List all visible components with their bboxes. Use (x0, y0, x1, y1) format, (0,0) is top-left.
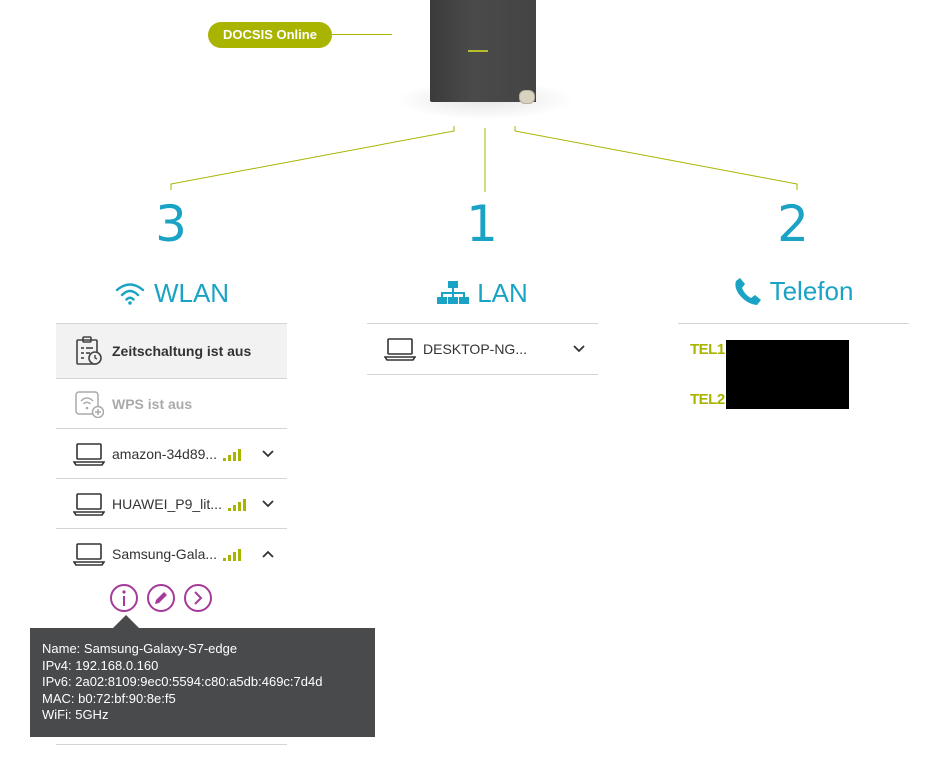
tooltip-ipv4: IPv4: 192.168.0.160 (42, 657, 159, 673)
device-actions (110, 584, 212, 612)
wlan-device-row[interactable]: Samsung-Gala... (56, 529, 287, 578)
lan-count: 1 (466, 195, 498, 253)
forward-button[interactable] (184, 584, 212, 612)
collapse-button[interactable] (255, 550, 281, 558)
chevron-right-icon (194, 591, 203, 605)
tel2-label: TEL2 (690, 391, 725, 408)
connector-lines (170, 126, 798, 192)
pencil-icon (155, 592, 167, 604)
phone-icon (734, 278, 761, 305)
device-name: DESKTOP-NG... (423, 341, 527, 357)
wps-row[interactable]: WPS ist aus (56, 379, 287, 429)
list-divider (56, 744, 287, 745)
chevron-up-icon (262, 550, 274, 558)
signal-bars-icon (223, 548, 242, 561)
tooltip-ipv6: IPv6: 2a02:8109:9ec0:5594:c80:a5db:469c:… (42, 674, 323, 689)
wlan-device-row[interactable]: amazon-34d89... (56, 429, 287, 479)
tooltip-name: Name: Samsung-Galaxy-S7-edge (42, 641, 238, 656)
lan-title: LAN (477, 277, 528, 308)
telefon-title: Telefon (769, 275, 854, 306)
laptop-icon (73, 442, 105, 466)
wlan-header: WLAN (56, 276, 287, 310)
clipboard-clock-icon (76, 336, 102, 365)
wps-label: WPS ist aus (112, 395, 193, 412)
wlan-count: 3 (155, 195, 187, 253)
device-name: Samsung-Gala... (112, 546, 255, 562)
expand-button[interactable] (566, 345, 592, 353)
signal-bars-icon (223, 448, 242, 461)
lan-device-row[interactable]: DESKTOP-NG... (367, 324, 598, 375)
laptop-icon (384, 338, 416, 361)
info-button[interactable] (110, 584, 138, 612)
wlan-list: Zeitschaltung ist aus WPS ist aus amazon… (56, 323, 287, 578)
chevron-down-icon (262, 449, 274, 457)
schedule-row[interactable]: Zeitschaltung ist aus (56, 324, 287, 379)
device-name: HUAWEI_P9_lit... (112, 496, 255, 512)
tooltip-arrow (113, 615, 139, 628)
device-name: amazon-34d89... (112, 446, 255, 462)
laptop-icon (73, 492, 105, 516)
expand-button[interactable] (255, 499, 281, 508)
wlan-device-row[interactable]: HUAWEI_P9_lit... (56, 479, 287, 529)
chevron-down-icon (262, 499, 274, 507)
info-icon (122, 590, 126, 606)
telefon-count: 2 (777, 195, 809, 253)
laptop-icon (73, 542, 105, 566)
schedule-label: Zeitschaltung ist aus (112, 343, 252, 359)
wifi-icon (115, 283, 145, 305)
device-info-tooltip: Name: Samsung-Galaxy-S7-edge IPv4: 192.1… (30, 628, 375, 737)
lan-list: DESKTOP-NG... (367, 323, 598, 375)
tel1-label: TEL1 (690, 341, 725, 358)
wps-icon (75, 390, 104, 418)
telefon-header: Telefon (678, 274, 909, 308)
edit-button[interactable] (147, 584, 175, 612)
expand-button[interactable] (255, 449, 281, 458)
redacted-block (726, 340, 849, 409)
signal-bars-icon (227, 498, 246, 511)
wlan-title: WLAN (153, 277, 230, 308)
telefon-list (678, 323, 909, 324)
tooltip-mac: MAC: b0:72:bf:90:8e:f5 (42, 690, 176, 706)
tooltip-wifi: WiFi: 5GHz (42, 707, 109, 722)
lan-header: LAN (367, 276, 598, 310)
chevron-down-icon (573, 345, 585, 353)
network-icon (437, 281, 470, 304)
